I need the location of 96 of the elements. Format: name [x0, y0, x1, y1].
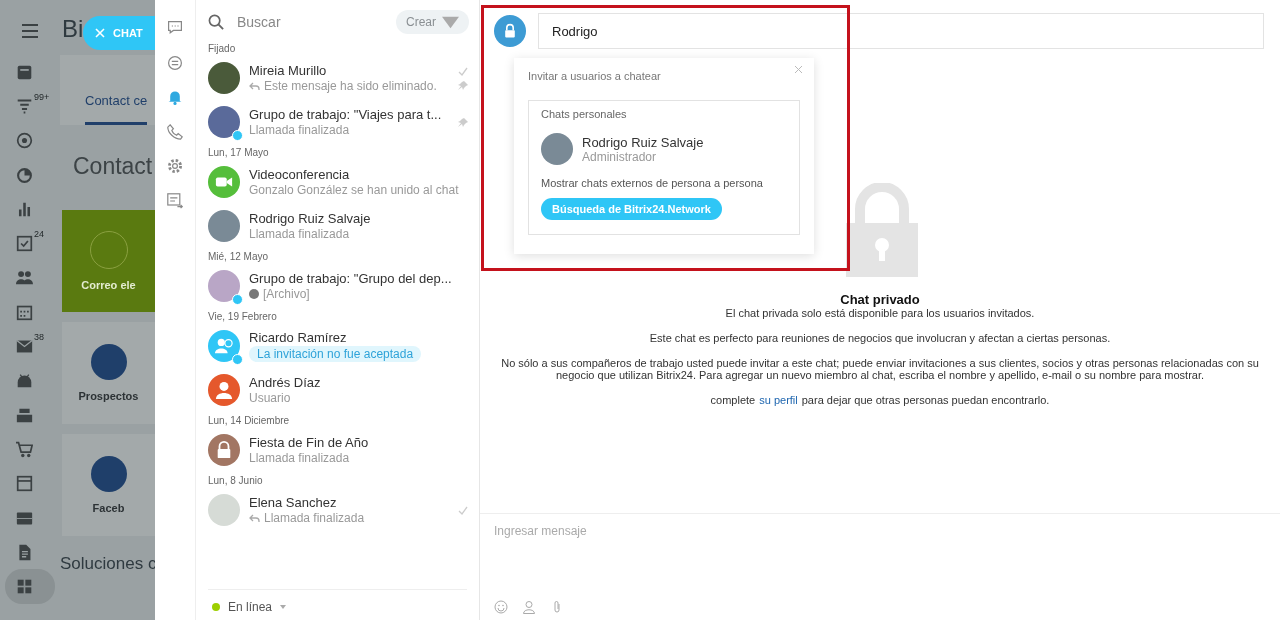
- chat-name: Andrés Díaz: [249, 375, 322, 390]
- tile-label: Faceb: [92, 502, 125, 514]
- chat-name: Fiesta de Fin de Año: [249, 435, 370, 450]
- date-label: Lun, 17 Mayo: [207, 146, 270, 160]
- user-clock-icon: [215, 337, 233, 355]
- search-result[interactable]: Rodrigo Ruiz Salvaje Administrador: [541, 133, 787, 165]
- chat-title-field[interactable]: Rodrigo: [538, 13, 1264, 49]
- message-preview: Llamada finalizada: [249, 123, 350, 137]
- section-label: Chats personales: [541, 108, 628, 120]
- result-role: Administrador: [582, 149, 658, 164]
- profile-link[interactable]: su perfil: [759, 394, 798, 406]
- nav-item[interactable]: 24: [5, 226, 55, 261]
- counter-label: 99+: [34, 92, 48, 103]
- lock-icon: [215, 441, 233, 459]
- message-preview: [Archivo]: [263, 287, 310, 301]
- chat-item[interactable]: Elena Sanchez Llamada finalizada: [196, 488, 479, 532]
- user-icon[interactable]: [522, 600, 536, 614]
- nav-item[interactable]: [5, 569, 55, 604]
- chat-name: Mireia Murillo: [249, 63, 328, 78]
- document-icon: [16, 543, 33, 561]
- channel-tile[interactable]: Faceb: [62, 434, 155, 536]
- info-paragraph: El chat privada solo está disponible para los usuarios invitados.: [725, 307, 1035, 319]
- message-preview: Este mensaje ha sido eliminado.: [264, 79, 437, 93]
- date-label: Vie, 19 Febrero: [207, 310, 278, 324]
- menu-icon[interactable]: [21, 22, 39, 40]
- message-preview: Llamada finalizada: [249, 451, 350, 465]
- people-icon: [16, 269, 33, 287]
- chat-item[interactable]: Videoconferencia Gonzalo González se han unido al chat: [196, 160, 479, 204]
- bell-icon[interactable]: [167, 89, 183, 105]
- chat-name: Grupo de trabajo: "Viajes para t...: [249, 107, 443, 122]
- info-text: complete: [710, 394, 756, 406]
- counter-label: 38: [34, 332, 45, 343]
- bar-chart-icon: [16, 200, 33, 218]
- chat-item[interactable]: Grupo de trabajo: "Viajes para t... Llamada finalizada: [196, 100, 479, 144]
- feed-icon: [16, 63, 33, 81]
- target-icon: [16, 132, 33, 150]
- popup-title: Invitar a usuarios a chatear: [528, 70, 662, 82]
- user-silhouette-icon: [215, 381, 233, 399]
- message-preview: Llamada finalizada: [249, 227, 350, 241]
- message-preview: Gonzalo González se han unido al chat: [249, 183, 459, 197]
- status-selector[interactable]: En línea: [228, 600, 273, 614]
- robot-icon: [16, 372, 33, 390]
- message-preview: Llamada finalizada: [264, 511, 365, 525]
- calendar-icon: [16, 303, 33, 321]
- close-icon: [95, 28, 105, 38]
- info-paragraph: No sólo a sus compañeros de trabajo usted puede invitar a este chat; puede enviar invitaciones a sus clientes, socios y otras personas relacionadas con su negocio que utilizan Bitrix24. Para agregar un nuevo miembro al chat, escriba el nombre y apellido, e-mail o su nombre para mostrar.: [500, 357, 1260, 381]
- chat-item[interactable]: Fiesta de Fin de Año Llamada finalizada: [196, 428, 479, 472]
- tile-label: Prospectos: [78, 390, 139, 402]
- chat-item[interactable]: Grupo de trabajo: "Grupo del dep... [Archivo]: [196, 264, 479, 308]
- mini-avatar-circle: [249, 289, 259, 299]
- envelope-icon: [16, 338, 33, 355]
- chat-name: Rodrigo Ruiz Salvaje: [249, 211, 372, 226]
- external-chats-label: Mostrar chats externos de persona a persona: [541, 177, 764, 189]
- lock-avatar-icon: [494, 15, 526, 47]
- date-label: Fijado: [207, 42, 237, 56]
- window-icon: [16, 475, 33, 493]
- caret-icon: [280, 605, 287, 609]
- nav-item[interactable]: 38: [5, 329, 55, 364]
- info-title: Chat privado: [840, 292, 920, 307]
- reply-icon: [249, 513, 260, 523]
- chat-list-icon[interactable]: [167, 54, 183, 71]
- status-pill: La invitación no fue aceptada: [249, 346, 422, 362]
- chat-item[interactable]: Ricardo Ramírez La invitación no fue aceptada: [196, 324, 479, 368]
- message-preview: Usuario: [249, 391, 291, 405]
- channel-tile[interactable]: Correo ele: [62, 210, 155, 312]
- chat-item[interactable]: Mireia Murillo Este mensaje ha sido eliminado.: [196, 56, 479, 100]
- tile-label: Correo ele: [81, 279, 136, 291]
- settings-icon[interactable]: [167, 158, 183, 174]
- chat-bubble-icon[interactable]: [167, 20, 183, 36]
- grid-icon: [16, 578, 33, 596]
- stack-icon: [16, 406, 33, 424]
- pie-clock-icon: [16, 166, 33, 184]
- channel-tile[interactable]: Prospectos: [62, 322, 155, 424]
- reply-icon: [249, 81, 260, 91]
- info-paragraph: Este chat es perfecto para reuniones de negocios que involucran y afectan a ciertas personas.: [649, 332, 1111, 344]
- cart-icon: [16, 440, 33, 458]
- result-name: Rodrigo Ruiz Salvaje: [582, 134, 704, 150]
- phone-icon[interactable]: [167, 123, 183, 140]
- info-text: para dejar que otras personas puedan encontrarlo.: [801, 394, 1050, 406]
- chat-item[interactable]: Andrés Díaz Usuario: [196, 368, 479, 412]
- date-label: Lun, 14 Diciembre: [207, 414, 291, 428]
- logo-text: Bi: [62, 15, 84, 43]
- chat-item[interactable]: Rodrigo Ruiz Salvaje Llamada finalizada: [196, 204, 479, 248]
- avatar-circle: [541, 133, 573, 165]
- counter-label: 24: [34, 229, 45, 240]
- chat-name: Ricardo Ramírez: [249, 330, 348, 345]
- online-dot-icon: [212, 603, 220, 611]
- funnel-icon: [16, 97, 33, 115]
- date-label: Lun, 8 Junio: [207, 474, 264, 488]
- nav-item[interactable]: 99+: [5, 89, 55, 124]
- search-icon: [208, 13, 225, 31]
- checkbox-icon: [16, 235, 33, 253]
- date-label: Mié, 12 Mayo: [207, 250, 270, 264]
- chat-name: Videoconferencia: [249, 167, 351, 182]
- page-heading: Contact: [73, 153, 154, 180]
- chat-name: Elena Sanchez: [249, 495, 338, 510]
